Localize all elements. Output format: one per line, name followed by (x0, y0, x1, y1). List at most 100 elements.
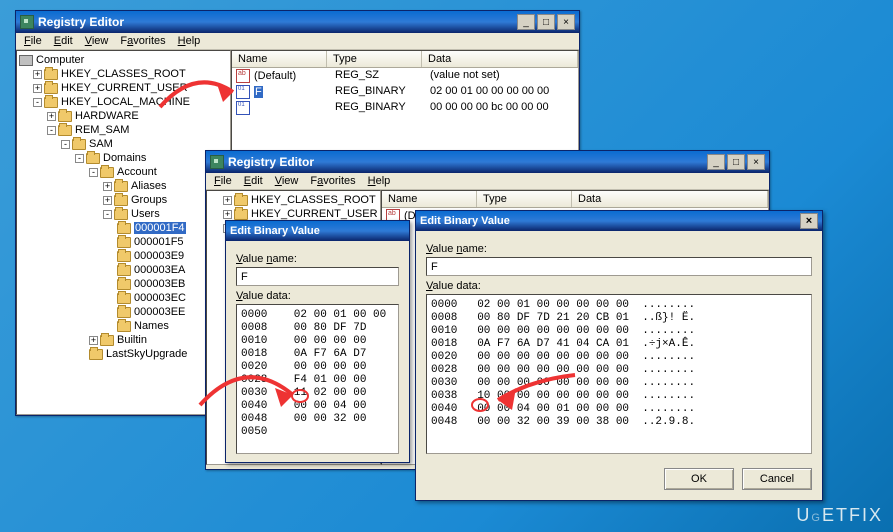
window-buttons: _ □ × (517, 14, 575, 30)
ok-button[interactable]: OK (664, 468, 734, 490)
tree-user-3ea[interactable]: 000003EA (134, 264, 185, 276)
dialog-titlebar[interactable]: Edit Binary Value × (416, 211, 822, 231)
folder-icon (100, 167, 114, 178)
expander-icon[interactable]: + (223, 196, 232, 205)
tree-aliases[interactable]: Aliases (131, 180, 166, 192)
dialog-titlebar[interactable]: Edit Binary Value (226, 221, 409, 241)
tree-hklm[interactable]: HKEY_LOCAL_MACHINE (61, 96, 190, 108)
expander-icon[interactable]: + (33, 84, 42, 93)
value-type: REG_BINARY (335, 101, 430, 115)
value-name-label: Value name: (426, 243, 812, 255)
folder-icon (234, 195, 248, 206)
hex-editor[interactable]: 0000 02 00 01 00 00 0008 00 80 DF 7D 001… (236, 304, 399, 454)
tree-account[interactable]: Account (117, 166, 157, 178)
menu-favorites[interactable]: Favorites (310, 175, 355, 187)
menu-help[interactable]: Help (368, 175, 391, 187)
close-button[interactable]: × (747, 154, 765, 170)
tree-rem-sam[interactable]: REM_SAM (75, 124, 129, 136)
maximize-button[interactable]: □ (727, 154, 745, 170)
tree-groups[interactable]: Groups (131, 194, 167, 206)
tree-hkcu[interactable]: HKEY_CURRENT_USER (61, 82, 188, 94)
folder-icon (117, 293, 131, 304)
tree-hkcr[interactable]: HKEY_CLASSES_ROOT (251, 194, 376, 206)
expander-icon[interactable]: + (33, 70, 42, 79)
expander-icon[interactable]: - (47, 126, 56, 135)
tree-builtin[interactable]: Builtin (117, 334, 147, 346)
col-name[interactable]: Name (382, 191, 477, 207)
registry-tree[interactable]: Computer + HKEY_CLASSES_ROOT + HKEY_CURREN… (16, 50, 231, 415)
tree-hkcu[interactable]: HKEY_CURRENT_USER (251, 208, 378, 220)
titlebar[interactable]: Registry Editor _ □ × (206, 151, 769, 173)
menu-edit[interactable]: Edit (244, 175, 263, 187)
tree-names[interactable]: Names (134, 320, 169, 332)
folder-icon (58, 111, 72, 122)
menu-view[interactable]: View (85, 35, 109, 47)
expander-icon[interactable]: + (89, 336, 98, 345)
cancel-button[interactable]: Cancel (742, 468, 812, 490)
folder-icon (44, 69, 58, 80)
menu-edit[interactable]: Edit (54, 35, 73, 47)
tree-user-3eb[interactable]: 000003EB (134, 278, 185, 290)
computer-icon (19, 55, 33, 66)
tree-user-3ec[interactable]: 000003EC (134, 292, 186, 304)
expander-icon[interactable]: - (33, 98, 42, 107)
col-data[interactable]: Data (572, 191, 768, 207)
menu-favorites[interactable]: Favorites (120, 35, 165, 47)
menu-bar: File Edit View Favorites Help (206, 173, 769, 190)
folder-icon (117, 237, 131, 248)
tree-user-1f4[interactable]: 000001F4 (134, 222, 186, 234)
edit-binary-dialog-2[interactable]: Edit Binary Value × Value name: Value da… (415, 210, 823, 501)
menu-help[interactable]: Help (178, 35, 201, 47)
tree-users[interactable]: Users (131, 208, 160, 220)
expander-icon[interactable]: + (223, 210, 232, 219)
list-header: Name Type Data (382, 191, 768, 208)
col-type[interactable]: Type (477, 191, 572, 207)
expander-icon[interactable]: - (103, 210, 112, 219)
col-type[interactable]: Type (327, 51, 422, 67)
value-name-input[interactable] (236, 267, 399, 286)
col-data[interactable]: Data (422, 51, 578, 67)
tree-domains[interactable]: Domains (103, 152, 146, 164)
edit-binary-dialog-1[interactable]: Edit Binary Value Value name: Value data… (225, 220, 410, 463)
menu-file[interactable]: FFileile (24, 35, 42, 47)
hex-editor[interactable]: 0000 02 00 01 00 00 00 00 00 ........ 00… (426, 294, 812, 454)
list-row[interactable]: F REG_BINARY 02 00 01 00 00 00 00 00 (232, 84, 578, 100)
folder-icon (44, 83, 58, 94)
maximize-button[interactable]: □ (537, 14, 555, 30)
list-row[interactable]: REG_BINARY 00 00 00 00 bc 00 00 00 (232, 100, 578, 116)
expander-icon[interactable]: - (89, 168, 98, 177)
expander-icon[interactable]: + (103, 182, 112, 191)
regedit-icon (20, 15, 34, 29)
tree-lastsky[interactable]: LastSkyUpgrade (106, 348, 187, 360)
value-name-input[interactable] (426, 257, 812, 276)
menu-view[interactable]: View (275, 175, 299, 187)
tree-hardware[interactable]: HARDWARE (75, 110, 139, 122)
folder-icon (117, 251, 131, 262)
tree-user-3ee[interactable]: 000003EE (134, 306, 185, 318)
folder-icon (44, 97, 58, 108)
tree-root[interactable]: Computer (36, 54, 84, 66)
list-row[interactable]: (Default) REG_SZ (value not set) (232, 68, 578, 84)
tree-user-3e9[interactable]: 000003E9 (134, 250, 184, 262)
value-data: 00 00 00 00 bc 00 00 00 (430, 101, 574, 115)
minimize-button[interactable]: _ (707, 154, 725, 170)
folder-icon (86, 153, 100, 164)
tree-user-1f5[interactable]: 000001F5 (134, 236, 184, 248)
close-button[interactable]: × (800, 213, 818, 229)
window-buttons: _ □ × (707, 154, 765, 170)
value-type: REG_BINARY (335, 85, 430, 99)
expander-icon[interactable]: - (61, 140, 70, 149)
expander-icon[interactable]: - (75, 154, 84, 163)
folder-icon (117, 223, 131, 234)
titlebar[interactable]: Registry Editor _ □ × (16, 11, 579, 33)
window-title: Registry Editor (38, 15, 517, 29)
menu-file[interactable]: File (214, 175, 232, 187)
tree-sam[interactable]: SAM (89, 138, 113, 150)
close-button[interactable]: × (557, 14, 575, 30)
expander-icon[interactable]: + (47, 112, 56, 121)
tree-hkcr[interactable]: HKEY_CLASSES_ROOT (61, 68, 186, 80)
col-name[interactable]: Name (232, 51, 327, 67)
minimize-button[interactable]: _ (517, 14, 535, 30)
expander-icon[interactable]: + (103, 196, 112, 205)
folder-icon (89, 349, 103, 360)
